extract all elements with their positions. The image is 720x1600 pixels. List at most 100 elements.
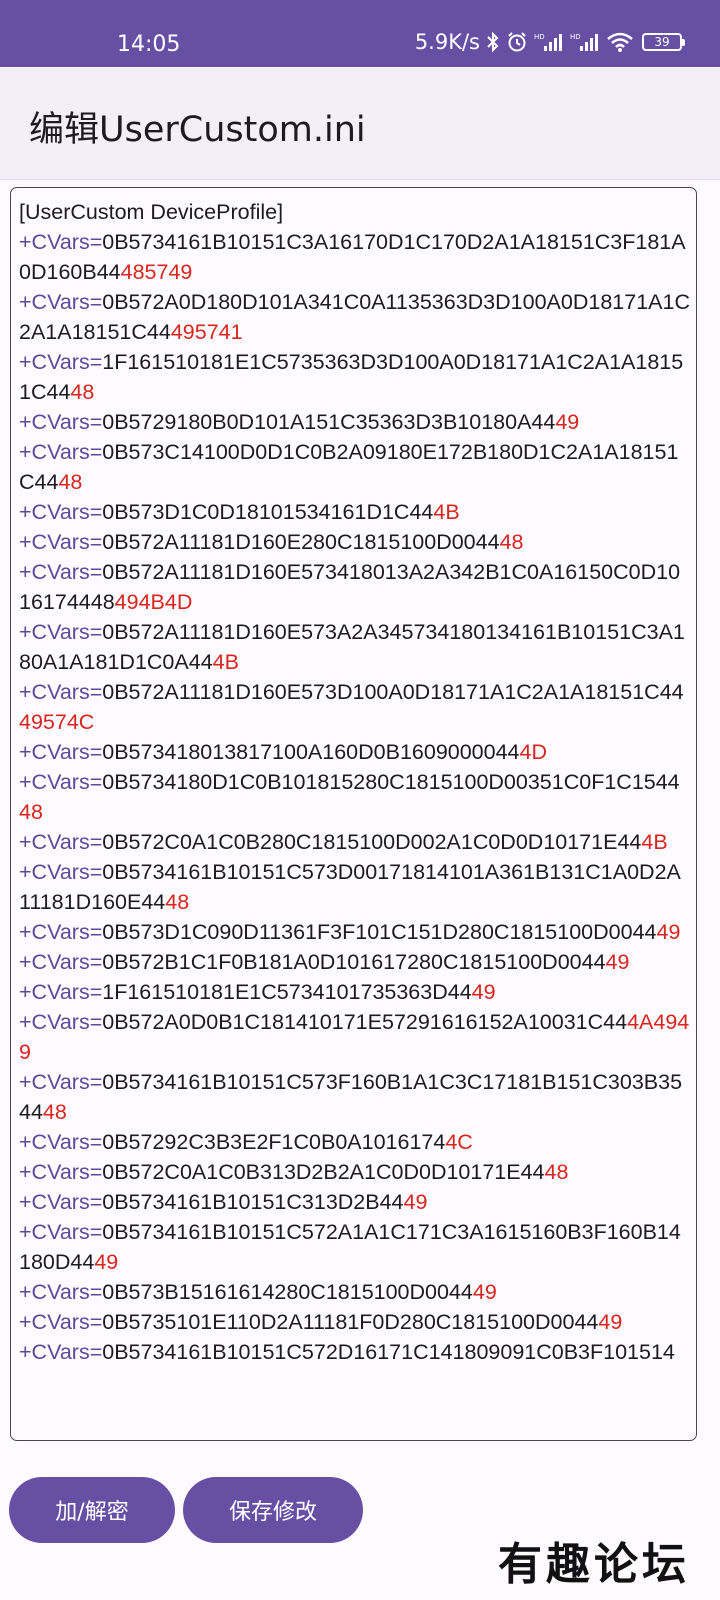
network-speed: 5.9K/s xyxy=(414,30,480,54)
editor-line: +CVars=0B573D1C0D18101534161D1C444B xyxy=(19,497,691,527)
line-hex: 0B5734180D1C0B101815280C1815100D00351C0F… xyxy=(102,770,680,794)
editor-line: +CVars=0B572A11181D160E573D100A0D18171A1… xyxy=(19,677,691,737)
line-prefix: +CVars= xyxy=(19,1220,103,1244)
line-suffix: 49 xyxy=(555,410,580,434)
line-hex: 0B57292C3B3E2F1C0B0A1016174 xyxy=(102,1130,446,1154)
editor-line: +CVars=0B5734161B10151C573F160B1A1C3C171… xyxy=(19,1067,691,1127)
line-hex: 0B572A11181D160E573A2A345734180134161B10… xyxy=(19,620,685,674)
line-prefix: +CVars= xyxy=(19,1310,103,1334)
line-suffix: 48 xyxy=(19,800,43,824)
ini-editor[interactable]: [UserCustom DeviceProfile] +CVars=0B57341… xyxy=(10,187,697,1441)
svg-text:HD: HD xyxy=(570,33,581,41)
editor-line: +CVars=0B573C14100D0D1C0B2A09180E172B180… xyxy=(19,437,691,497)
editor-line: +CVars=0B572C0A1C0B280C1815100D002A1C0D0… xyxy=(19,827,691,857)
editor-line: +CVars=0B572C0A1C0B313D2B2A1C0D0D10171E4… xyxy=(19,1157,691,1187)
battery-icon: 39 xyxy=(642,33,685,51)
line-suffix: 48 xyxy=(544,1160,569,1184)
page-title: 编辑UserCustom.ini xyxy=(29,110,366,150)
line-hex: 1F161510181E1C5735363D3D100A0D18171A1C2A… xyxy=(19,350,684,404)
line-suffix: 495741 xyxy=(170,320,243,344)
line-hex: 0B572C0A1C0B313D2B2A1C0D0D10171E44 xyxy=(102,1160,545,1184)
line-prefix: +CVars= xyxy=(19,1340,103,1364)
line-prefix: +CVars= xyxy=(19,410,103,434)
line-hex: 0B572C0A1C0B280C1815100D002A1C0D0D10171E… xyxy=(102,830,642,854)
signal-hd-icon: HD xyxy=(534,31,564,53)
line-suffix: 48 xyxy=(165,890,190,914)
status-time: 14:05 xyxy=(117,32,181,57)
line-prefix: +CVars= xyxy=(19,500,103,524)
line-prefix: +CVars= xyxy=(19,680,103,704)
line-hex: 0B5734161B10151C573F160B1A1C3C17181B151C… xyxy=(19,1070,683,1124)
line-suffix: 4C xyxy=(445,1130,473,1154)
decrypt-button[interactable]: 加/解密 xyxy=(9,1477,175,1543)
editor-line: +CVars=0B5734161B10151C3A16170D1C170D2A1… xyxy=(19,227,691,287)
editor-line: +CVars=0B5735101E110D2A11181F0D280C18151… xyxy=(19,1307,691,1337)
line-hex: 0B572A0D0B1C181410171E57291616152A10031C… xyxy=(102,1010,628,1034)
line-suffix: 49 xyxy=(94,1250,119,1274)
line-prefix: +CVars= xyxy=(19,350,103,374)
line-prefix: +CVars= xyxy=(19,1280,103,1304)
editor-line: +CVars=0B5734161B10151C313D2B4449 xyxy=(19,1187,691,1217)
line-hex: 0B5734161B10151C3A16170D1C170D2A1A18151C… xyxy=(19,230,686,284)
status-icons: 5.9K/s HD HD 39 xyxy=(414,30,685,54)
editor-line: +CVars=0B5734161B10151C573D00171814101A3… xyxy=(19,857,691,917)
line-prefix: +CVars= xyxy=(19,290,103,314)
line-hex: 0B573B15161614280C1815100D0044 xyxy=(102,1280,473,1304)
editor-line: +CVars=0B5734161B10151C572D16171C1418090… xyxy=(19,1337,691,1367)
editor-line: +CVars=1F161510181E1C5735363D3D100A0D181… xyxy=(19,347,691,407)
line-prefix: +CVars= xyxy=(19,560,103,584)
editor-line: +CVars=0B572A0D0B1C181410171E57291616152… xyxy=(19,1007,691,1067)
editor-line: +CVars=0B5729180B0D101A151C35363D3B10180… xyxy=(19,407,691,437)
editor-line: +CVars=0B572A11181D160E573418013A2A342B1… xyxy=(19,557,691,617)
line-prefix: +CVars= xyxy=(19,1130,103,1154)
line-prefix: +CVars= xyxy=(19,950,103,974)
line-suffix: 49 xyxy=(472,1280,497,1304)
line-prefix: +CVars= xyxy=(19,620,103,644)
line-suffix: 4B xyxy=(212,650,239,674)
status-bar: 14:05 5.9K/s HD HD 39 xyxy=(0,0,720,67)
line-hex: 0B573418013817100A160D0B1609000044 xyxy=(102,740,520,764)
line-suffix: 494B4D xyxy=(114,590,193,614)
line-hex: [UserCustom DeviceProfile] xyxy=(19,200,284,224)
line-hex: 0B5734161B10151C572A1A1C171C3A1615160B3F… xyxy=(19,1220,681,1274)
line-prefix: +CVars= xyxy=(19,830,103,854)
line-prefix: +CVars= xyxy=(19,770,103,794)
watermark: 有趣论坛 xyxy=(498,1539,690,1590)
signal-hd-icon-2: HD xyxy=(570,31,600,53)
line-hex: 0B5735101E110D2A11181F0D280C1815100D0044 xyxy=(102,1310,599,1334)
svg-text:HD: HD xyxy=(534,33,545,41)
editor-line: +CVars=0B573D1C090D11361F3F101C151D280C1… xyxy=(19,917,691,947)
bluetooth-icon xyxy=(486,31,500,53)
editor-line: +CVars=0B572A11181D160E573A2A34573418013… xyxy=(19,617,691,677)
line-suffix: 4B xyxy=(641,830,668,854)
editor-line: +CVars=0B572B1C1F0B181A0D101617280C18151… xyxy=(19,947,691,977)
editor-line: +CVars=0B5734161B10151C572A1A1C171C3A161… xyxy=(19,1217,691,1277)
line-hex: 0B572A11181D160E280C1815100D0044 xyxy=(102,530,500,554)
line-prefix: +CVars= xyxy=(19,920,103,944)
app-bar: 编辑UserCustom.ini xyxy=(0,67,720,180)
editor-line: +CVars=0B573418013817100A160D0B160900004… xyxy=(19,737,691,767)
line-suffix: 4B xyxy=(433,500,460,524)
line-hex: 0B573D1C0D18101534161D1C44 xyxy=(102,500,434,524)
line-hex: 0B573C14100D0D1C0B2A09180E172B180D1C2A1A… xyxy=(19,440,679,494)
line-hex: 0B5734161B10151C572D16171C141809091C0B3F… xyxy=(102,1340,675,1364)
save-button[interactable]: 保存修改 xyxy=(183,1477,363,1543)
editor-line: +CVars=0B572A0D180D101A341C0A1135363D3D1… xyxy=(19,287,691,347)
line-hex: 0B5734161B10151C313D2B44 xyxy=(102,1190,404,1214)
line-suffix: 48 xyxy=(70,380,95,404)
editor-content[interactable]: [UserCustom DeviceProfile] +CVars=0B57341… xyxy=(19,197,691,1367)
line-prefix: +CVars= xyxy=(19,980,103,1004)
line-suffix: 49574C xyxy=(19,710,95,734)
wifi-icon xyxy=(606,31,634,53)
line-suffix: 49 xyxy=(403,1190,428,1214)
line-prefix: +CVars= xyxy=(19,740,103,764)
line-hex: 1F161510181E1C5734101735363D44 xyxy=(102,980,472,1004)
editor-line: [UserCustom DeviceProfile] xyxy=(19,197,691,227)
line-suffix: 4D xyxy=(519,740,548,764)
line-prefix: +CVars= xyxy=(19,440,103,464)
line-suffix: 48 xyxy=(42,1100,67,1124)
alarm-icon xyxy=(506,31,528,53)
line-prefix: +CVars= xyxy=(19,860,103,884)
line-hex: 0B573D1C090D11361F3F101C151D280C1815100D… xyxy=(102,920,657,944)
line-hex: 0B572A11181D160E573D100A0D18171A1C2A1A18… xyxy=(102,680,684,704)
